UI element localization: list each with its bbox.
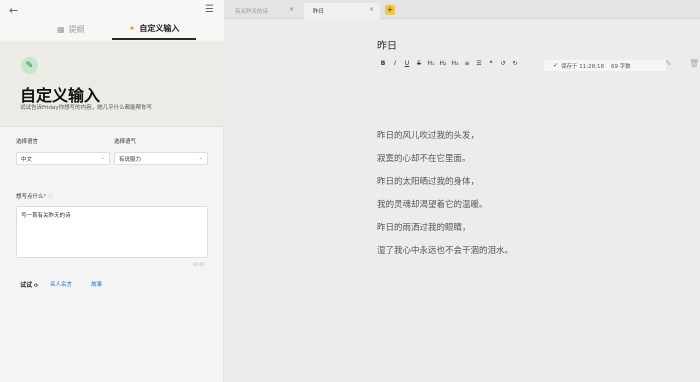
prompt-textarea[interactable]: 写一首有关昨天的诗 — [16, 206, 208, 258]
left-panel: ← ☰ ▦ 提纲 ✦ 自定义输入 ✎ 自定义输入 试试告诉Friday你想写的内… — [0, 0, 224, 382]
try-link-story[interactable]: 故事 — [91, 280, 102, 288]
redo-button[interactable]: ↻ — [509, 60, 521, 67]
try-label-row: 试试 ⟳ — [20, 280, 38, 289]
chevron-down-icon: ⌄ — [100, 155, 105, 161]
outline-icon: ▦ — [57, 25, 65, 34]
check-icon: ✓ — [553, 62, 559, 69]
poem-line: 昨日的风儿吹过我的头发， — [377, 131, 480, 141]
close-icon[interactable]: × — [289, 6, 294, 13]
trash-icon[interactable]: 🗑 — [689, 59, 699, 68]
poem-line: 我的灵魂却渴望着它的温暖。 — [377, 200, 488, 210]
required-mark: * — [43, 194, 47, 200]
language-select-value: 中文 — [21, 156, 33, 163]
heading2-button[interactable]: H₂ — [437, 60, 449, 67]
poem-line: 寂寞的心却不在它里面。 — [377, 154, 471, 164]
info-icon: ⓘ — [48, 194, 54, 200]
edit-icon[interactable]: ✎ — [665, 59, 672, 68]
poem-line: 昨日的太阳晒过我的身体， — [377, 177, 480, 187]
heading1-button[interactable]: H₁ — [425, 60, 437, 67]
document-title[interactable]: 昨日 — [377, 37, 397, 52]
try-label: 试试 — [20, 282, 33, 289]
format-toolbar: B I U S H₁ H₂ H₃ ≡ ☰ ❝ ↺ ↻ — [377, 60, 521, 67]
undo-button[interactable]: ↺ — [497, 60, 509, 67]
left-topbar: ← ☰ ▦ 提纲 ✦ 自定义输入 — [0, 0, 224, 40]
hero-section: ✎ 自定义输入 试试告诉Friday你想写的内容，她几乎什么都能帮你写 — [0, 41, 224, 127]
prompt-label: 想写点什么 — [16, 194, 44, 200]
sparkle-icon: ✦ — [128, 24, 136, 33]
document-body[interactable]: 昨日的风儿吹过我的头发， 寂寞的心却不在它里面。 昨日的太阳晒过我的身体， 我的… — [377, 130, 513, 268]
ordered-list-button[interactable]: ≡ — [461, 60, 473, 67]
editor-tab-label: 有关昨天的诗 — [235, 9, 269, 15]
pencil-icon: ✎ — [21, 57, 38, 74]
strikethrough-button[interactable]: S — [413, 60, 425, 67]
refresh-icon[interactable]: ⟳ — [34, 283, 38, 289]
editor-panel: 有关昨天的诗 × 昨日 × + 昨日 B I U S H₁ H₂ H₃ ≡ ☰ … — [224, 0, 700, 382]
poem-line: 湿了我心中永远也不会干涸的泪水。 — [377, 246, 514, 256]
save-status: ✓ 保存于 11:28:18 69 字数 — [544, 60, 666, 71]
tab-custom-input[interactable]: ✦ 自定义输入 — [112, 19, 196, 40]
tone-select[interactable]: 有说服力 ⌄ — [114, 152, 208, 165]
tab-outline[interactable]: ▦ 提纲 — [57, 19, 85, 40]
bold-button[interactable]: B — [377, 60, 389, 67]
editor-tab-bar: 有关昨天的诗 × 昨日 × + — [224, 0, 700, 19]
char-counter: 9/500 — [193, 262, 205, 267]
add-tab-button[interactable]: + — [385, 5, 395, 15]
tab-custom-input-label: 自定义输入 — [139, 24, 180, 33]
bullet-list-button[interactable]: ☰ — [473, 60, 485, 67]
prompt-label-row: 想写点什么* ⓘ — [16, 192, 53, 200]
language-label: 选择语言 — [16, 139, 39, 145]
editor-tab-active[interactable]: 昨日 × — [304, 3, 380, 19]
editor-tab[interactable]: 有关昨天的诗 × — [226, 3, 300, 19]
heading3-button[interactable]: H₃ — [449, 60, 461, 67]
language-select[interactable]: 中文 ⌄ — [16, 152, 110, 165]
chevron-down-icon: ⌄ — [198, 155, 203, 161]
try-link-quotes[interactable]: 名人名言 — [50, 280, 72, 288]
save-status-text: 保存于 11:28:18 — [561, 63, 604, 70]
page-description: 试试告诉Friday你想写的内容，她几乎什么都能帮你写 — [20, 105, 153, 111]
tone-label: 选择语气 — [114, 139, 137, 145]
tone-select-value: 有说服力 — [119, 156, 142, 163]
editor-tab-label: 昨日 — [313, 9, 325, 15]
poem-line: 昨日的雨洒过我的眼睛， — [377, 223, 471, 233]
quote-button[interactable]: ❝ — [485, 60, 497, 67]
word-count: 69 字数 — [610, 63, 631, 70]
tab-outline-label: 提纲 — [68, 25, 85, 34]
collapse-icon[interactable]: ☰ — [205, 4, 214, 15]
underline-button[interactable]: U — [401, 60, 413, 67]
close-icon[interactable]: × — [369, 6, 374, 13]
arrow-left-icon[interactable]: ← — [9, 4, 18, 17]
prompt-textarea-value: 写一首有关昨天的诗 — [21, 213, 71, 219]
italic-button[interactable]: I — [389, 60, 401, 67]
